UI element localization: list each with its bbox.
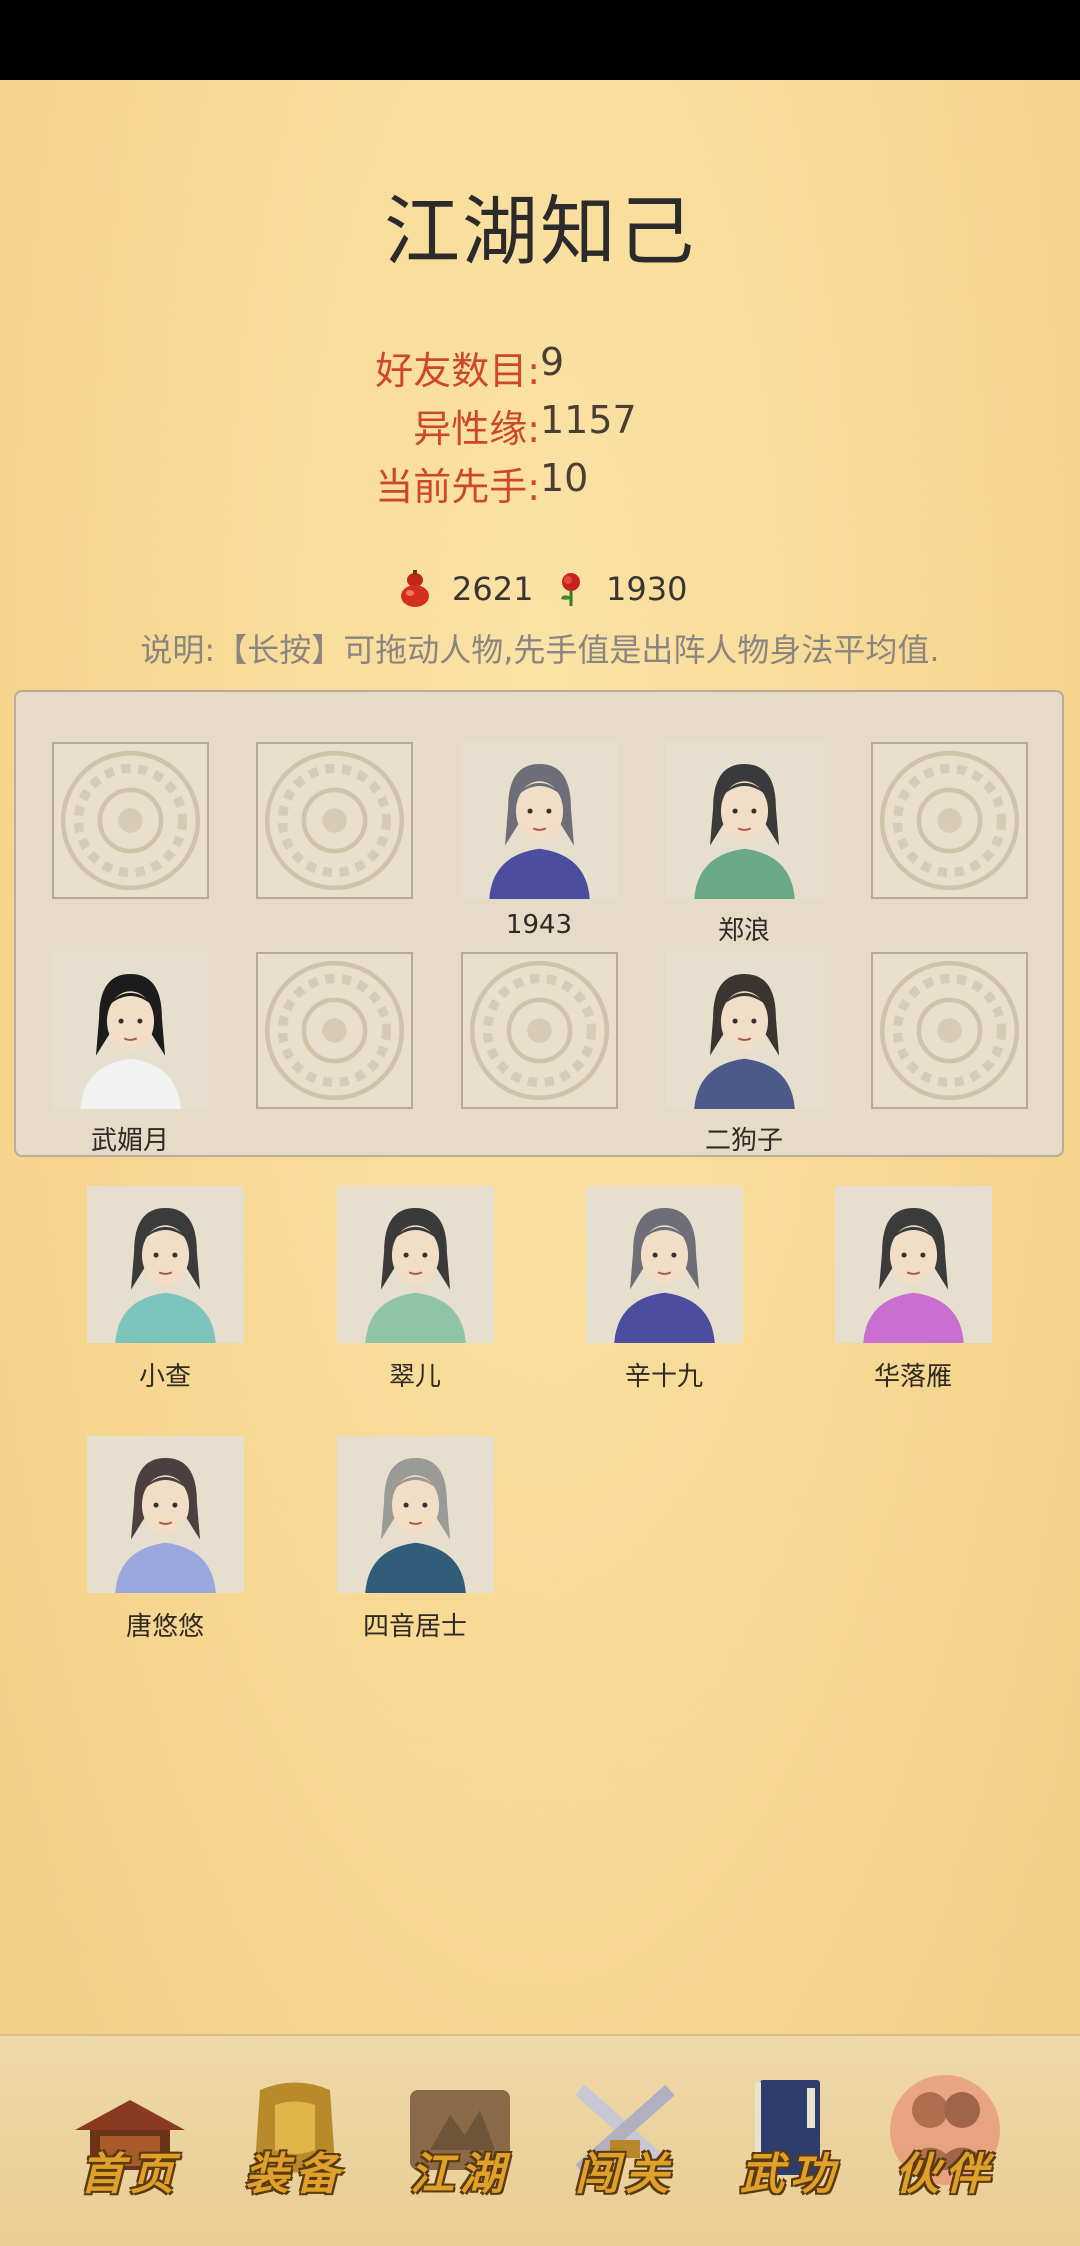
stat-label: 当前先手: <box>375 465 540 509</box>
formation-slot[interactable] <box>461 742 618 899</box>
nav-tab-partners[interactable]: 伙伴 <box>870 2070 1020 2210</box>
girl-portrait <box>87 1186 244 1343</box>
friend-name: 四音居士 <box>362 1612 467 1642</box>
friend-card[interactable] <box>337 1186 494 1343</box>
nav-tab-label: 装备 <box>245 2149 345 2200</box>
nav-tab-label: 武功 <box>740 2149 840 2200</box>
nav-tab-label: 首页 <box>80 2149 180 2200</box>
formation-slot-empty[interactable] <box>871 952 1028 1109</box>
status-bar <box>0 0 1080 80</box>
friend-card[interactable] <box>87 1186 244 1343</box>
man-portrait <box>666 952 823 1109</box>
swordsman-portrait <box>461 742 618 899</box>
medallion-placeholder-icon <box>258 954 411 1107</box>
formation-slot[interactable] <box>666 952 823 1109</box>
friend-card[interactable] <box>337 1436 494 1593</box>
elder-portrait <box>337 1436 494 1593</box>
maid-portrait <box>337 1186 494 1343</box>
friend-name: 华落雁 <box>873 1362 952 1392</box>
formation-member-name: 武媚月 <box>90 1126 169 1156</box>
medallion-placeholder-icon <box>873 744 1026 897</box>
formation-slot-empty[interactable] <box>256 742 413 899</box>
red-gourd-icon <box>401 570 429 607</box>
nav-tab-scroll-map[interactable]: 江湖 <box>385 2070 535 2210</box>
medallion-placeholder-icon <box>54 744 207 897</box>
medallion-placeholder-icon <box>258 744 411 897</box>
formation-slot-empty[interactable] <box>52 742 209 899</box>
stat-value: 1157 <box>540 398 637 442</box>
friend-name: 翠儿 <box>388 1362 441 1392</box>
medallion-placeholder-icon <box>463 954 616 1107</box>
formation-panel: 1943 郑浪武媚月 二狗子 <box>14 690 1064 1157</box>
friend-card[interactable] <box>586 1186 743 1343</box>
stat-label: 好友数目: <box>375 349 540 393</box>
currency-rose: 1930 <box>556 570 687 608</box>
friend-name: 辛十九 <box>624 1362 703 1392</box>
nav-tab-crossed-swords[interactable]: 闯关 <box>550 2070 700 2210</box>
formation-slot-empty[interactable] <box>461 952 618 1109</box>
rose-icon <box>561 573 580 606</box>
currency-gourd: 2621 <box>398 570 533 608</box>
formation-slot-empty[interactable] <box>256 952 413 1109</box>
formation-slot-empty[interactable] <box>871 742 1028 899</box>
nav-tab-label: 江湖 <box>410 2149 510 2200</box>
formation-member-name: 1943 <box>505 910 573 940</box>
formation-member-name: 二狗子 <box>704 1126 783 1156</box>
stat-label: 异性缘: <box>413 407 540 451</box>
currency-value: 2621 <box>452 570 534 608</box>
lady-portrait <box>835 1186 992 1343</box>
currency-value: 1930 <box>606 570 688 608</box>
nav-tab-label: 伙伴 <box>895 2149 995 2200</box>
girl-headband-portrait <box>87 1436 244 1593</box>
swordsman-portrait <box>586 1186 743 1343</box>
formation-slot[interactable] <box>666 742 823 899</box>
nav-tab-label: 闯关 <box>575 2149 675 2200</box>
friend-card[interactable] <box>835 1186 992 1343</box>
instruction-note: 说明:【长按】可拖动人物,先手值是出阵人物身法平均值. <box>140 631 940 669</box>
woman-portrait <box>666 742 823 899</box>
medallion-placeholder-icon <box>873 954 1026 1107</box>
formation-slot[interactable] <box>52 952 209 1109</box>
flute-player-portrait <box>52 952 209 1109</box>
nav-tab-pavilion[interactable]: 首页 <box>55 2070 205 2210</box>
stat-value: 9 <box>540 340 565 384</box>
page-title: 江湖知己 <box>384 187 696 276</box>
stat-value: 10 <box>540 456 589 500</box>
formation-member-name: 郑浪 <box>717 916 770 946</box>
nav-tab-armor[interactable]: 装备 <box>220 2070 370 2210</box>
nav-tab-martial-book[interactable]: 武功 <box>715 2070 865 2210</box>
friend-name: 唐悠悠 <box>125 1612 204 1642</box>
friend-name: 小查 <box>138 1362 191 1392</box>
friend-card[interactable] <box>87 1436 244 1593</box>
